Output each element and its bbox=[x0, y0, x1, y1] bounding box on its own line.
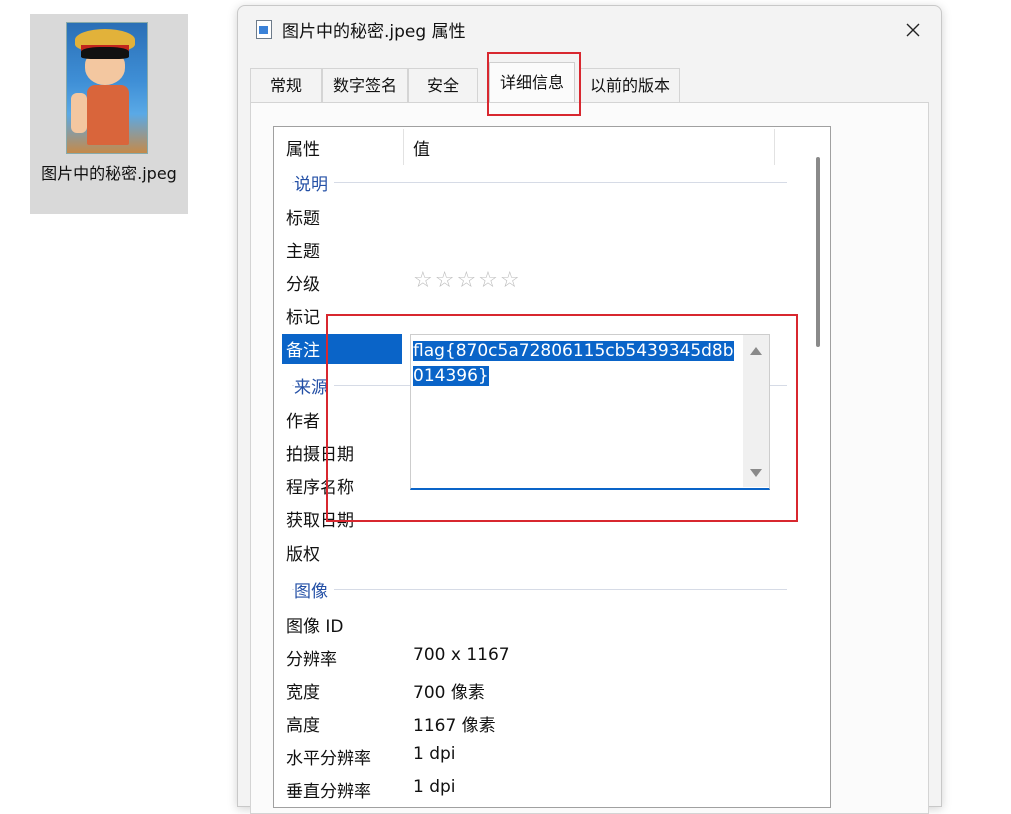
file-name-label: 图片中的秘密.jpeg bbox=[41, 164, 177, 183]
header-property[interactable]: 属性 bbox=[286, 135, 320, 160]
desktop-file-item[interactable]: 图片中的秘密.jpeg bbox=[30, 14, 188, 214]
header-value[interactable]: 值 bbox=[413, 135, 430, 160]
list-scrollbar-thumb[interactable] bbox=[816, 157, 820, 347]
image-file-icon bbox=[256, 20, 272, 39]
list-header: 属性 值 bbox=[274, 127, 814, 165]
dialog-title: 图片中的秘密.jpeg 属性 bbox=[282, 22, 466, 42]
tab-previous-versions[interactable]: 以前的版本 bbox=[580, 68, 680, 102]
group-description: 说明 bbox=[282, 168, 787, 198]
group-image: 图像 bbox=[282, 575, 787, 605]
tab-general[interactable]: 常规 bbox=[250, 68, 322, 102]
close-button[interactable] bbox=[893, 14, 933, 46]
tab-digital-signatures[interactable]: 数字签名 bbox=[322, 68, 408, 102]
tab-security[interactable]: 安全 bbox=[408, 68, 478, 102]
image-thumbnail bbox=[66, 22, 148, 154]
comments-highlight-box bbox=[326, 314, 798, 522]
rating-stars[interactable]: ☆☆☆☆☆ bbox=[413, 268, 522, 293]
details-tab-highlight-box bbox=[487, 52, 581, 116]
close-icon bbox=[906, 23, 920, 37]
